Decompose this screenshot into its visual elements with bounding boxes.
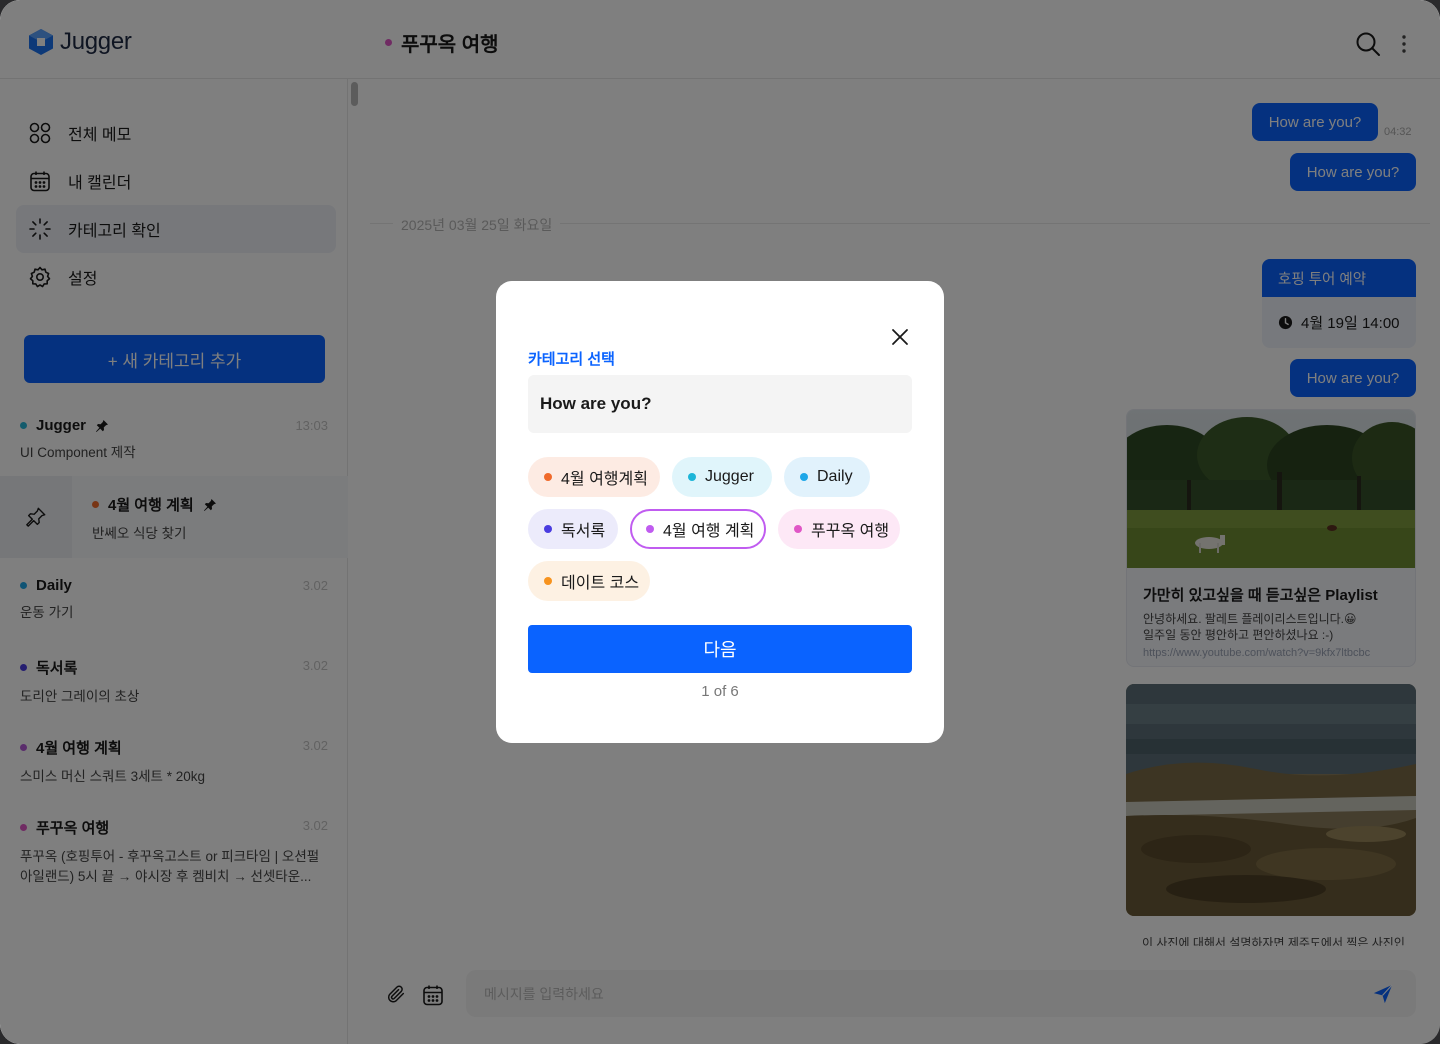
next-button[interactable]: 다음 — [528, 625, 912, 673]
category-chip[interactable]: 데이트 코스 — [528, 561, 650, 601]
category-chip[interactable]: 푸꾸옥 여행 — [778, 509, 900, 549]
chip-label: 4월 여행계획 — [561, 471, 648, 488]
app-window: Jugger 푸꾸옥 여행 전체 메모 — [0, 0, 1440, 1044]
chip-dot — [544, 525, 552, 533]
category-chip[interactable]: 독서록 — [528, 509, 618, 549]
chip-dot — [688, 473, 696, 481]
close-button[interactable] — [884, 321, 916, 353]
category-chip[interactable]: Jugger — [672, 457, 772, 497]
chip-dot — [800, 473, 808, 481]
category-select-modal: 카테고리 선택 How are you? 4월 여행계획 Jugger Dail… — [496, 281, 944, 743]
chip-dot — [544, 473, 552, 481]
chip-label: 독서록 — [561, 523, 606, 540]
selected-message-text: How are you? — [528, 375, 912, 433]
chip-dot — [544, 577, 552, 585]
close-icon — [892, 329, 908, 345]
chip-label: 4월 여행 계획 — [663, 523, 755, 540]
chip-label: 데이트 코스 — [561, 575, 640, 592]
category-chip-selected[interactable]: 4월 여행 계획 — [630, 509, 766, 549]
chip-label: Daily — [817, 468, 853, 485]
category-chip[interactable]: Daily — [784, 457, 870, 497]
chip-dot — [646, 525, 654, 533]
chip-label: Jugger — [705, 468, 754, 485]
pagination-indicator: 1 of 6 — [701, 683, 739, 700]
chip-label: 푸꾸옥 여행 — [811, 523, 890, 540]
category-chip[interactable]: 4월 여행계획 — [528, 457, 660, 497]
chip-dot — [794, 525, 802, 533]
modal-label: 카테고리 선택 — [528, 351, 615, 368]
